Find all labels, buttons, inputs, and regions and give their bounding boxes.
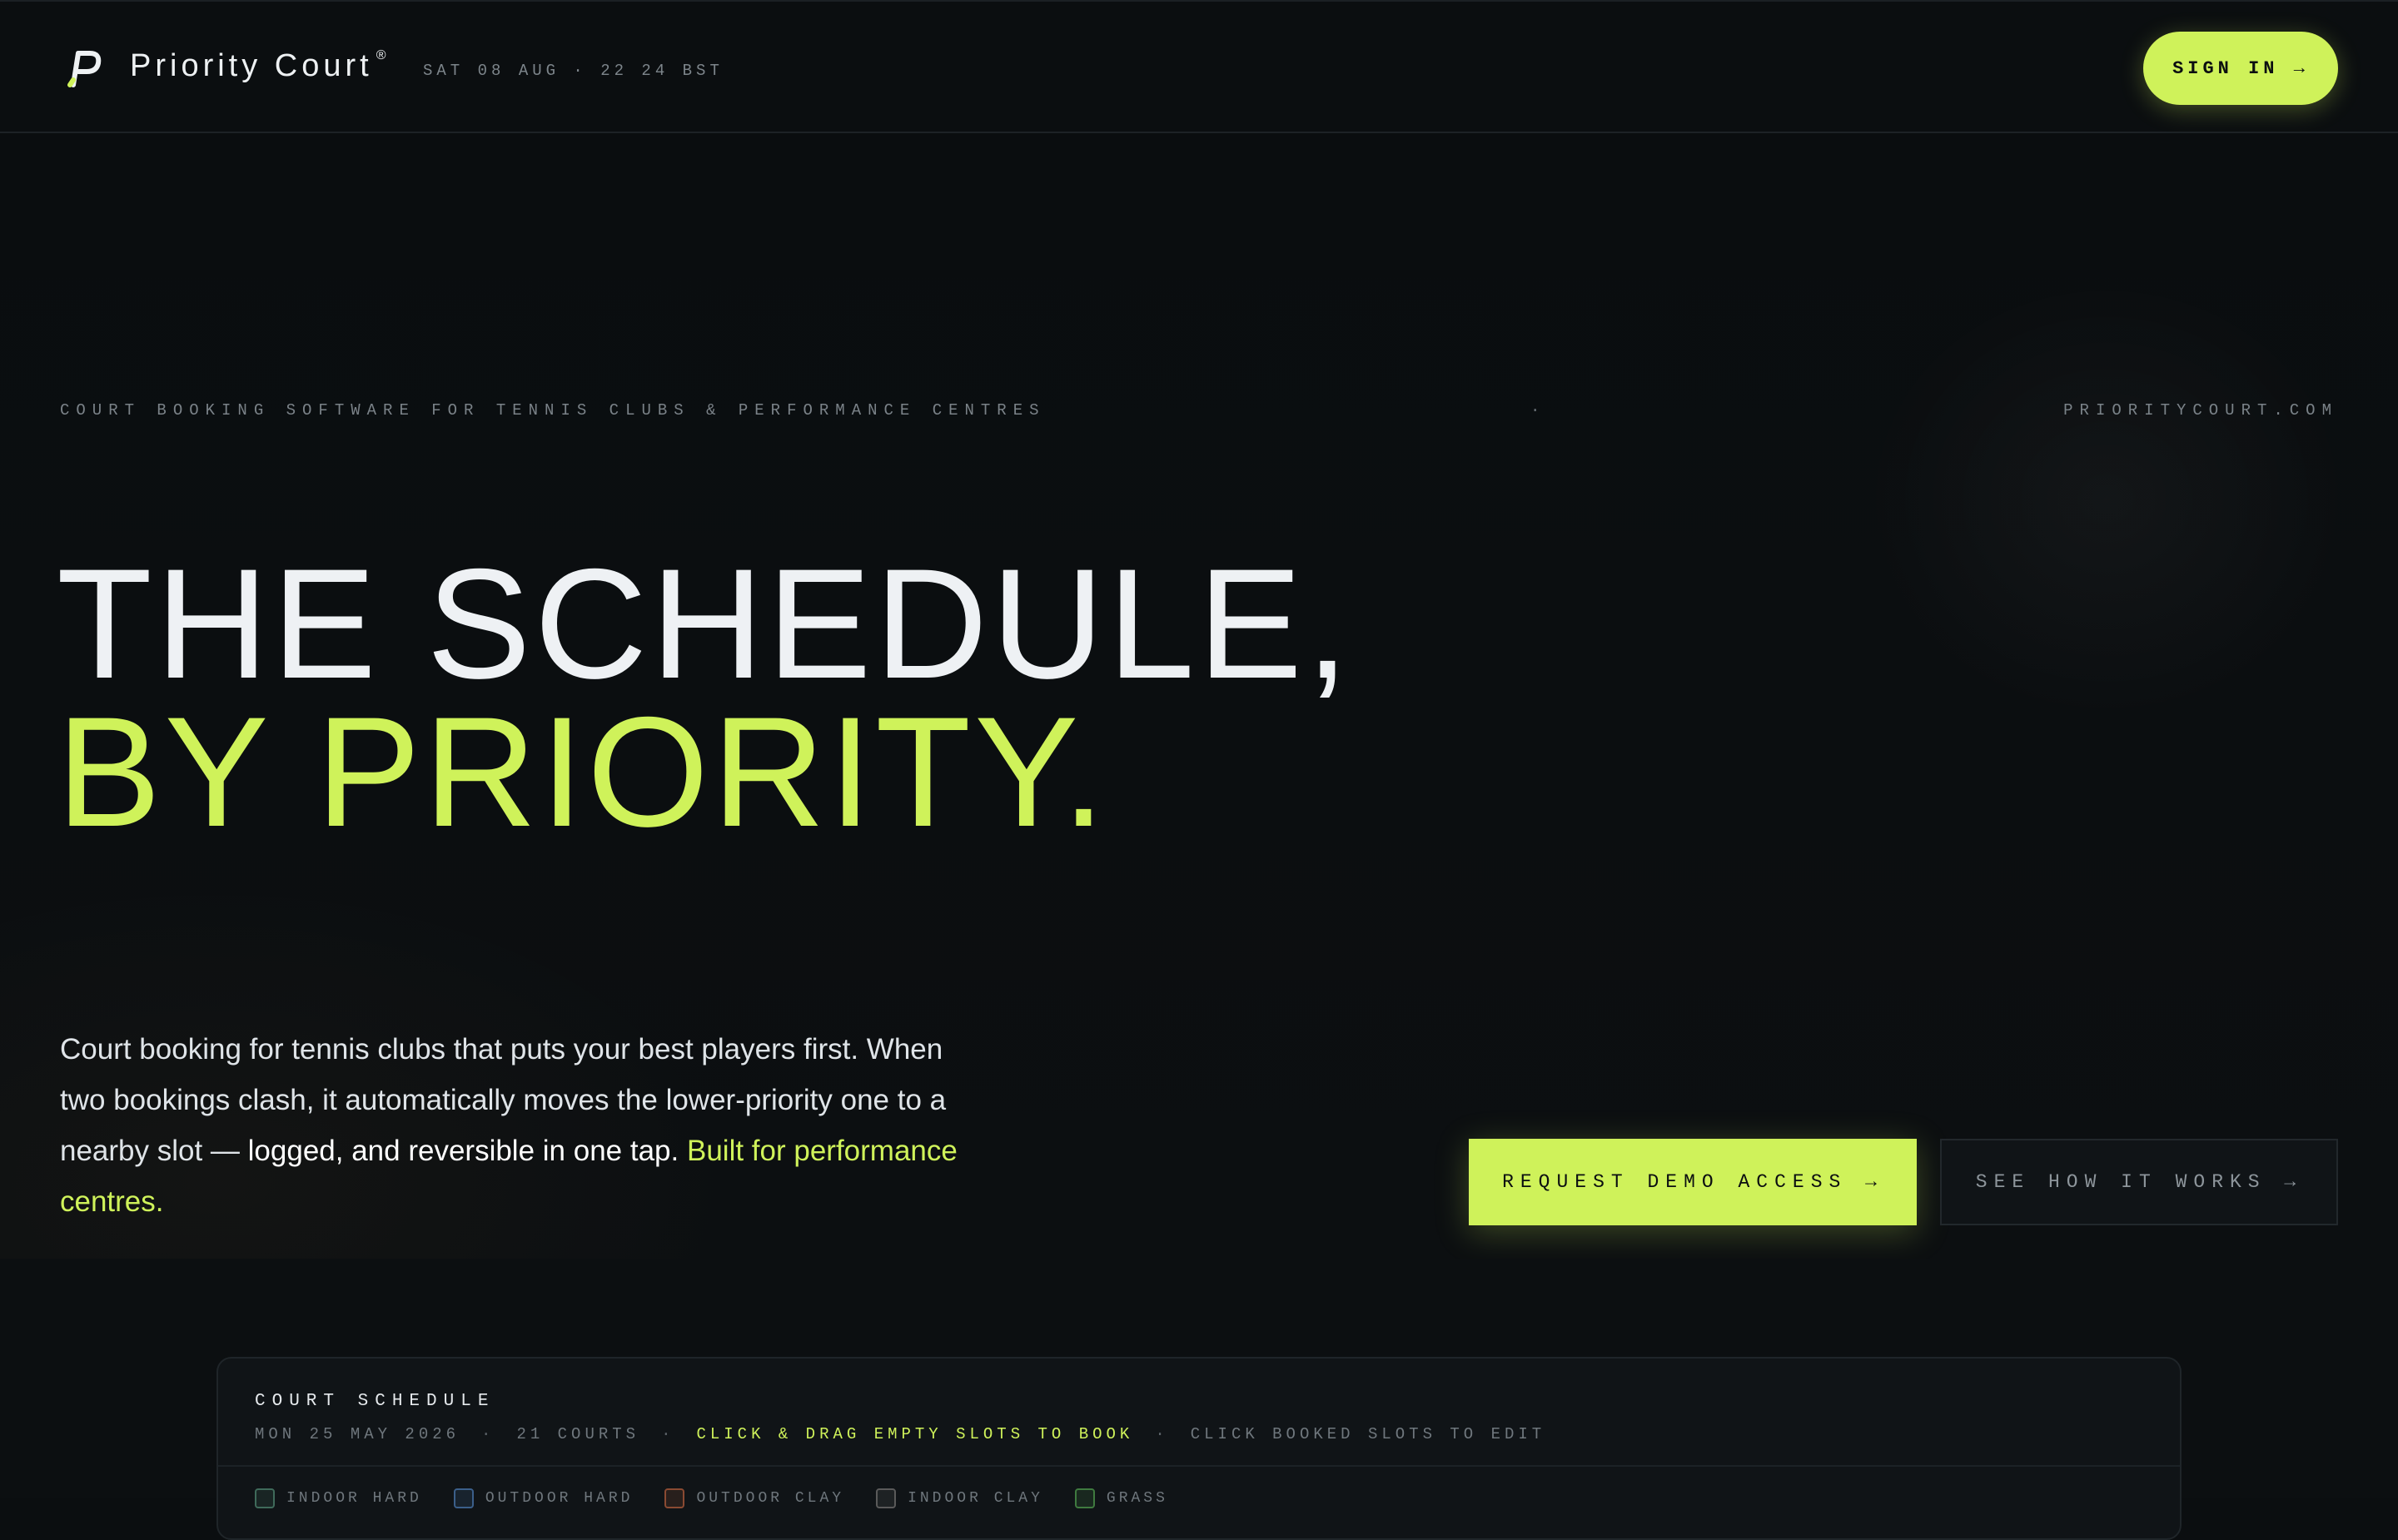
registered-mark: ® bbox=[376, 48, 386, 62]
headline-line-1: THE SCHEDULE, bbox=[57, 536, 1353, 711]
legend-item: GRASS bbox=[1074, 1488, 1168, 1508]
legend-label: OUTDOOR HARD bbox=[485, 1490, 634, 1507]
priority-court-logo-icon[interactable] bbox=[65, 48, 103, 88]
legend-item: INDOOR HARD bbox=[255, 1488, 422, 1508]
hero-eyebrow-tagline: COURT BOOKING SOFTWARE FOR TENNIS CLUBS … bbox=[60, 401, 1046, 420]
top-bar: Priority Court ® SAT 08 AUG · 22 24 BST S… bbox=[0, 0, 2398, 133]
schedule-hint-edit: CLICK BOOKED SLOTS TO EDIT bbox=[1190, 1425, 1546, 1443]
schedule-meta: MON 25 MAY 2026 · 21 COURTS · CLICK & DR… bbox=[255, 1425, 1545, 1443]
legend-item: INDOOR CLAY bbox=[876, 1488, 1043, 1508]
schedule-date: MON 25 MAY 2026 bbox=[255, 1425, 460, 1443]
see-how-it-works-button[interactable]: SEE HOW IT WORKS → bbox=[1940, 1139, 2338, 1225]
legend-swatch bbox=[255, 1488, 275, 1508]
meta-separator: · bbox=[481, 1425, 495, 1443]
court-type-legend: INDOOR HARD OUTDOOR HARD OUTDOOR CLAY INDOO… bbox=[255, 1488, 1168, 1508]
legend-item: OUTDOOR HARD bbox=[453, 1488, 634, 1508]
brand-name[interactable]: Priority Court ® bbox=[130, 48, 386, 84]
hero-headline: THE SCHEDULE, BY PRIORITY. bbox=[57, 536, 1353, 859]
legend-label: GRASS bbox=[1106, 1490, 1168, 1507]
panel-divider bbox=[218, 1465, 2180, 1467]
schedule-court-count: 21 COURTS bbox=[516, 1425, 640, 1443]
hero-eyebrow-domain: PRIORITYCOURT.COM bbox=[2063, 401, 2338, 420]
legend-swatch bbox=[453, 1488, 474, 1508]
request-demo-button[interactable]: REQUEST DEMO ACCESS → bbox=[1469, 1139, 1917, 1225]
legend-swatch bbox=[876, 1488, 897, 1508]
schedule-title: COURT SCHEDULE bbox=[255, 1392, 495, 1411]
legend-label: INDOOR CLAY bbox=[908, 1490, 1043, 1507]
lede-emphasis: logged, and reversible in one tap. bbox=[247, 1135, 679, 1167]
current-datetime: SAT 08 AUG · 22 24 BST bbox=[423, 62, 724, 80]
brand-name-text: Priority Court bbox=[130, 48, 373, 83]
legend-label: INDOOR HARD bbox=[286, 1490, 422, 1507]
hero-eyebrow-dot: · bbox=[1530, 401, 1547, 420]
hero-section: COURT BOOKING SOFTWARE FOR TENNIS CLUBS … bbox=[0, 133, 2398, 1259]
meta-separator: · bbox=[1155, 1425, 1169, 1443]
legend-label: OUTDOOR CLAY bbox=[696, 1490, 845, 1507]
schedule-hint-book: CLICK & DRAG EMPTY SLOTS TO BOOK bbox=[696, 1425, 1134, 1443]
legend-swatch bbox=[664, 1488, 685, 1508]
legend-item: OUTDOOR CLAY bbox=[664, 1488, 844, 1508]
meta-separator: · bbox=[661, 1425, 675, 1443]
hero-description: Court booking for tennis clubs that puts… bbox=[60, 1024, 993, 1227]
sign-in-button[interactable]: SIGN IN → bbox=[2143, 32, 2338, 105]
legend-swatch bbox=[1074, 1488, 1095, 1508]
court-schedule-panel: COURT SCHEDULE MON 25 MAY 2026 · 21 COUR… bbox=[216, 1357, 2182, 1540]
headline-line-2: BY PRIORITY. bbox=[57, 684, 1109, 859]
